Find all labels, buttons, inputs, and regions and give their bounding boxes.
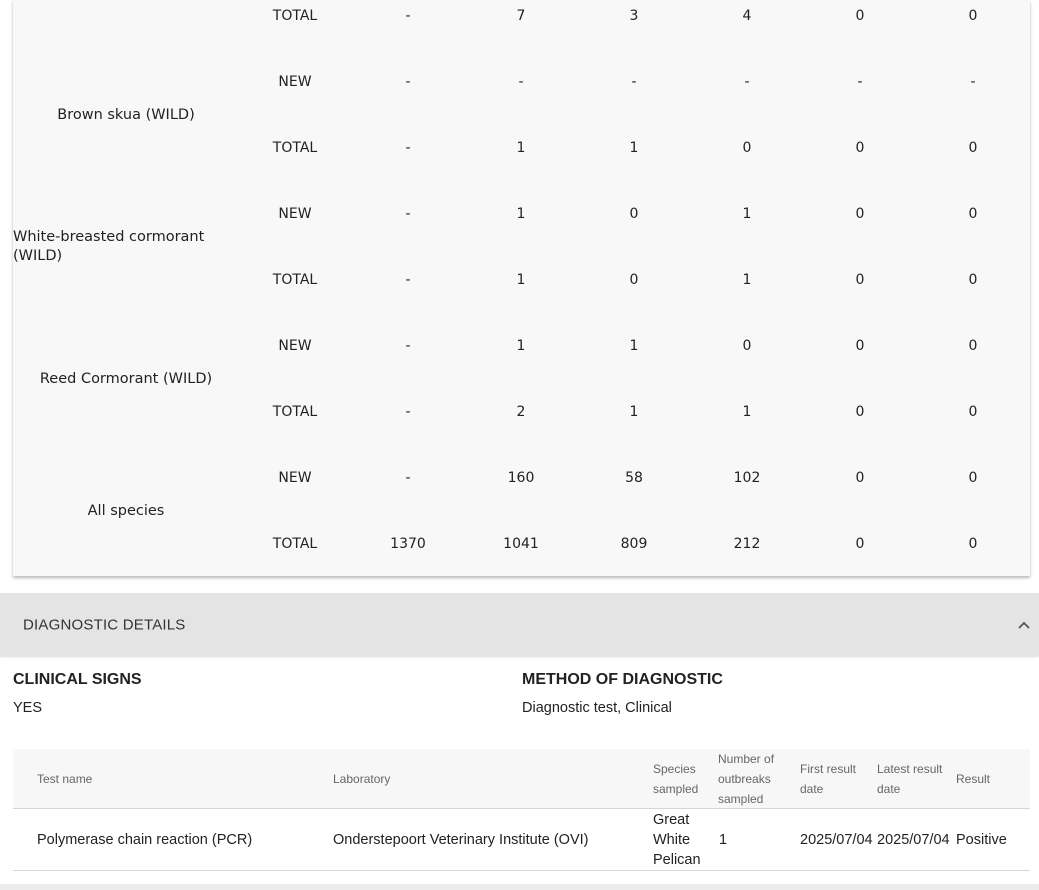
cell-value: - — [405, 206, 411, 222]
cell-value: 1 — [516, 140, 526, 156]
cell-value: 0 — [855, 272, 865, 288]
laboratory: Onderstepoort Veterinary Institute (OVI) — [333, 831, 589, 848]
cell-value: - — [405, 338, 411, 354]
cell-value: 0 — [968, 272, 978, 288]
cell-value: 0 — [968, 8, 978, 24]
row-type: TOTAL — [272, 8, 318, 24]
cell-value: 1 — [629, 140, 639, 156]
cell-value: 1 — [516, 272, 526, 288]
cell-value: 102 — [733, 470, 761, 486]
cell-value: 0 — [855, 8, 865, 24]
species-name: White-breasted cormorant (WILD) — [13, 229, 205, 264]
table-row: Polymerase chain reaction (PCR) Onderste… — [13, 809, 1030, 871]
cell-value: 0 — [855, 470, 865, 486]
test-name: Polymerase chain reaction (PCR) — [37, 831, 253, 848]
cell-value: - — [405, 74, 411, 90]
result: Positive — [956, 831, 1007, 848]
cell-value: 0 — [742, 338, 752, 354]
header-test-name: Test name — [37, 771, 93, 786]
cell-value: 1 — [516, 338, 526, 354]
cell-value: 0 — [742, 140, 752, 156]
header-outbreaks-sampled: Number of outbreaks sampled — [718, 751, 775, 806]
row-type: TOTAL — [272, 272, 318, 288]
species-name: All species — [87, 503, 165, 519]
cell-value: 3 — [629, 8, 639, 24]
section-divider — [0, 884, 1039, 890]
cell-value: 1 — [742, 272, 752, 288]
cell-value: 7 — [516, 8, 526, 24]
method-of-diagnostic-label: METHOD OF DIAGNOSTIC — [522, 671, 723, 688]
species-counts-table: TOTAL - 7 3 4 0 0 Brown skua (WILD) NEW … — [13, 0, 1030, 576]
cell-value: 0 — [629, 272, 639, 288]
cell-value: - — [405, 272, 411, 288]
clinical-signs-value: YES — [13, 700, 43, 716]
cell-value: 1 — [629, 404, 639, 420]
section-title: DIAGNOSTIC DETAILS — [23, 616, 186, 633]
cell-value: - — [405, 8, 411, 24]
cell-value: - — [631, 74, 637, 90]
table-header: Test name Laboratory Species sampled Num… — [13, 749, 1030, 809]
cell-value: 0 — [968, 140, 978, 156]
row-type: NEW — [278, 470, 312, 486]
cell-value: - — [405, 140, 411, 156]
cell-value: 0 — [855, 404, 865, 420]
cell-value: 0 — [968, 536, 978, 552]
cell-value: - — [857, 74, 863, 90]
header-species-sampled: Species sampled — [653, 761, 699, 796]
outbreaks-sampled: 1 — [719, 831, 728, 848]
cell-value: 58 — [625, 470, 643, 486]
cell-value: - — [970, 74, 976, 90]
cell-value: 0 — [968, 470, 978, 486]
cell-value: 0 — [855, 536, 865, 552]
diagnostic-tests-table: Test name Laboratory Species sampled Num… — [13, 749, 1030, 871]
header-first-result-date: First result date — [800, 761, 857, 796]
diagnostic-details-header[interactable]: DIAGNOSTIC DETAILS — [0, 593, 1039, 656]
cell-value: - — [405, 404, 411, 420]
species-name: Brown skua (WILD) — [57, 107, 195, 123]
cell-value: 4 — [742, 8, 752, 24]
cell-value: 1 — [742, 206, 752, 222]
latest-result-date: 2025/07/04 — [877, 831, 950, 848]
species-name: Reed Cormorant (WILD) — [39, 371, 213, 387]
cell-value: 1370 — [390, 536, 426, 552]
cell-value: 0 — [855, 140, 865, 156]
row-type: TOTAL — [272, 404, 318, 420]
header-laboratory: Laboratory — [333, 771, 391, 786]
header-latest-result-date: Latest result date — [877, 761, 943, 796]
cell-value: 1 — [742, 404, 752, 420]
cell-value: - — [518, 74, 524, 90]
header-result: Result — [956, 771, 991, 786]
cell-value: 1 — [629, 338, 639, 354]
cell-value: 0 — [855, 338, 865, 354]
first-result-date: 2025/07/04 — [800, 831, 873, 848]
cell-value: 0 — [968, 338, 978, 354]
cell-value: 809 — [620, 536, 648, 552]
cell-value: 0 — [629, 206, 639, 222]
row-type: NEW — [278, 338, 312, 354]
cell-value: 212 — [733, 536, 761, 552]
row-type: NEW — [278, 206, 312, 222]
chevron-up-icon[interactable] — [1017, 618, 1031, 632]
cell-value: 0 — [968, 206, 978, 222]
cell-value: 160 — [507, 470, 535, 486]
cell-value: 2 — [516, 404, 526, 420]
cell-value: 0 — [968, 404, 978, 420]
cell-value: - — [405, 470, 411, 486]
species-sampled: Great White Pelican — [653, 811, 701, 868]
clinical-signs-label: CLINICAL SIGNS — [13, 671, 142, 688]
cell-value: 0 — [855, 206, 865, 222]
row-type: TOTAL — [272, 140, 318, 156]
cell-value: - — [744, 74, 750, 90]
cell-value: 1041 — [503, 536, 539, 552]
row-type: NEW — [278, 74, 312, 90]
method-of-diagnostic-value: Diagnostic test, Clinical — [522, 700, 672, 716]
cell-value: 1 — [516, 206, 526, 222]
row-type: TOTAL — [272, 536, 318, 552]
